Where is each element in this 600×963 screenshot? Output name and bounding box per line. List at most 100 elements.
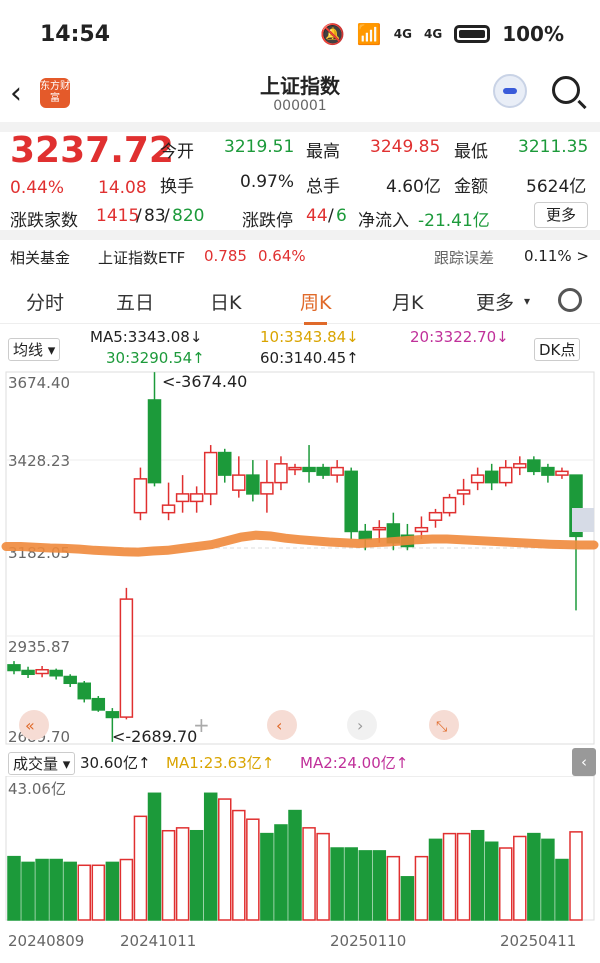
candle-body bbox=[246, 474, 260, 495]
volume-bars bbox=[7, 792, 583, 921]
quote-panel: 3237.72 0.44% 14.08 今开 3219.51 最高 3249.8… bbox=[10, 130, 589, 231]
orange-band bbox=[1, 530, 599, 557]
fund-pct: 0.64% bbox=[258, 247, 306, 265]
candle-body bbox=[232, 474, 246, 491]
volume-bar bbox=[175, 827, 190, 921]
fund-label: 相关基金 bbox=[10, 249, 71, 267]
volume-bar bbox=[470, 829, 485, 921]
candle-body bbox=[91, 697, 106, 711]
volume-value: 4.60亿 bbox=[386, 177, 441, 197]
tracking-error-value[interactable]: 0.11% > bbox=[524, 247, 589, 265]
volume-bar bbox=[358, 850, 372, 921]
low-label: 最低 bbox=[454, 142, 488, 162]
fund-name[interactable]: 上证指数ETF bbox=[98, 247, 185, 268]
highlight-box bbox=[572, 508, 594, 532]
candle-body bbox=[21, 669, 35, 676]
indicator-selector[interactable]: 均线 ▾ bbox=[8, 338, 61, 361]
candle-body bbox=[105, 711, 120, 719]
candle-body bbox=[218, 451, 232, 476]
volume-bar bbox=[302, 827, 316, 921]
period-tabs: 分时 五日 日K 周K 月K 更多 ▾ bbox=[0, 276, 600, 325]
zoom-in-icon[interactable]: + bbox=[193, 713, 210, 737]
volume-bar bbox=[91, 864, 106, 921]
volume-bar bbox=[330, 847, 344, 921]
volume-bar bbox=[414, 855, 429, 921]
volume-bar bbox=[246, 818, 260, 921]
candle-body bbox=[372, 526, 387, 531]
candle-body bbox=[302, 466, 316, 473]
chevron-down-icon[interactable]: ▾ bbox=[524, 294, 530, 308]
volume-chart[interactable]: 43.06亿 20240809 20241011 20250110 202504… bbox=[0, 776, 600, 956]
open-value: 3219.51 bbox=[224, 137, 295, 157]
breadth-label: 涨跌家数 bbox=[10, 211, 78, 231]
date-label: 20250110 bbox=[330, 932, 406, 950]
tab-weekly[interactable]: 周K bbox=[300, 288, 331, 325]
volume-bar bbox=[541, 838, 555, 921]
search-icon[interactable] bbox=[552, 76, 580, 104]
limit-down: 6 bbox=[336, 206, 347, 226]
divider bbox=[0, 230, 600, 240]
change-value: 14.08 bbox=[98, 178, 147, 198]
more-stats-button[interactable]: 更多 bbox=[534, 202, 588, 228]
volume-bar bbox=[232, 809, 246, 921]
inflow-label: 净流入 bbox=[358, 211, 409, 231]
candle-body bbox=[260, 481, 274, 495]
weekly-kline-chart[interactable]: 3674.40 3428.23 3182.05 2935.87 2689.70 … bbox=[0, 370, 600, 748]
signal-1-icon: 4G bbox=[393, 27, 412, 41]
price-axis-label: 3674.40 bbox=[8, 374, 70, 392]
volume-bar bbox=[21, 861, 35, 921]
status-icons: 🔕 📶 4G 4G 100% bbox=[320, 22, 564, 46]
candle-body bbox=[527, 459, 541, 473]
volume-bar bbox=[386, 855, 401, 921]
volume-bar bbox=[344, 847, 358, 921]
tab-daily[interactable]: 日K bbox=[210, 288, 241, 315]
expand-icon: ⤡ bbox=[436, 719, 447, 735]
candles bbox=[7, 372, 583, 742]
candle-body bbox=[555, 470, 569, 476]
volume-ma1: MA1:23.63亿↑ bbox=[166, 754, 275, 772]
tracking-error-label: 跟踪误差 bbox=[434, 249, 495, 267]
last-price: 3237.72 bbox=[10, 130, 174, 171]
breadth-down: 820 bbox=[172, 206, 205, 226]
volume-bar bbox=[77, 864, 91, 921]
tab-monthly[interactable]: 月K bbox=[392, 288, 423, 315]
date-label: 20240809 bbox=[8, 932, 84, 950]
dk-point-button[interactable]: DK点 bbox=[534, 338, 581, 361]
battery-icon bbox=[454, 25, 491, 43]
collapse-arrow-icon[interactable]: ‹ bbox=[572, 748, 596, 776]
double-left-icon: « bbox=[25, 716, 35, 735]
volume-selector[interactable]: 成交量 ▾ bbox=[8, 752, 76, 775]
candle-body bbox=[49, 669, 63, 677]
candle-body bbox=[175, 493, 190, 503]
candle-body bbox=[119, 598, 134, 718]
candle-body bbox=[35, 668, 49, 675]
volume-legend: 成交量 ▾ 30.60亿↑ MA1:23.63亿↑ MA2:24.00亿↑ ‹ bbox=[0, 748, 600, 776]
turnover-value: 0.97% bbox=[240, 172, 295, 192]
volume-bar bbox=[569, 831, 583, 921]
volume-bar bbox=[527, 832, 541, 921]
candle-body bbox=[63, 675, 77, 685]
related-fund-bar[interactable]: 相关基金 上证指数ETF 0.785 0.64% 跟踪误差 0.11% > bbox=[0, 240, 600, 274]
battery-level: 100% bbox=[502, 22, 564, 46]
tab-more[interactable]: 更多 bbox=[476, 288, 514, 315]
fund-price: 0.785 bbox=[204, 247, 247, 265]
volume-bar bbox=[161, 829, 176, 921]
wifi-icon: 📶 bbox=[356, 22, 382, 46]
tab-intraday[interactable]: 分时 bbox=[26, 288, 64, 315]
volume-bar bbox=[316, 832, 330, 921]
candle-body bbox=[189, 493, 204, 503]
volume-bar bbox=[442, 832, 457, 921]
volume-bar bbox=[555, 858, 569, 921]
candle-body bbox=[7, 664, 21, 672]
volume-max-label: 43.06亿 bbox=[8, 780, 66, 798]
volume-bar bbox=[133, 815, 148, 921]
signal-2-icon: 4G bbox=[424, 27, 443, 41]
inflow-value: -21.41亿 bbox=[418, 211, 490, 231]
candle-body bbox=[513, 463, 527, 469]
tab-5day[interactable]: 五日 bbox=[116, 288, 154, 315]
assistant-robot-icon[interactable] bbox=[493, 74, 527, 108]
amount-value: 5624亿 bbox=[526, 177, 587, 197]
volume-bar bbox=[484, 841, 499, 921]
ma5-value: MA5:3343.08↓ bbox=[90, 328, 203, 346]
gear-icon[interactable] bbox=[558, 288, 582, 312]
